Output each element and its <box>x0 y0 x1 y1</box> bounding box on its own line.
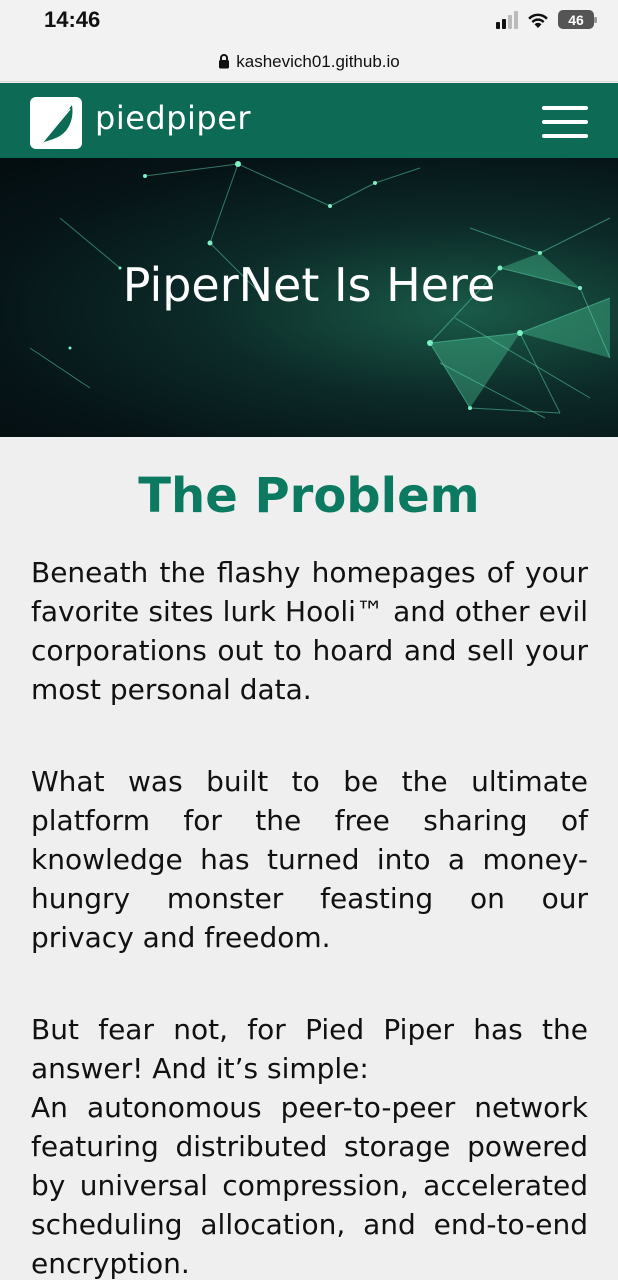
hero-title: PiperNet Is Here <box>122 258 496 312</box>
answer-intro-text: But fear not, for Pied Piper has the ans… <box>31 1013 588 1085</box>
address-bar[interactable]: kashevich01.github.io <box>0 42 618 82</box>
url-text: kashevich01.github.io <box>236 51 400 71</box>
site-navbar: piedpiper <box>0 83 618 158</box>
problem-paragraph-3: But fear not, for Pied Piper has the ans… <box>31 1010 588 1280</box>
lock-icon <box>219 54 230 69</box>
battery-icon: 46 <box>558 10 597 29</box>
status-bar: 14:46 46 <box>0 0 618 42</box>
section-heading: The Problem <box>138 468 480 524</box>
problem-paragraph-1: Beneath the flashy homepages of your fav… <box>31 556 588 706</box>
status-indicators: 46 <box>496 10 597 29</box>
hero-banner: PiperNet Is Here <box>0 158 618 437</box>
wifi-icon <box>528 13 548 28</box>
brand-name[interactable]: piedpiper <box>95 99 251 137</box>
problem-paragraph-2: What was built to be the ultimate platfo… <box>31 765 588 954</box>
status-time: 14:46 <box>44 7 101 32</box>
menu-icon[interactable] <box>542 106 588 138</box>
piedpiper-logo-icon[interactable] <box>30 97 82 149</box>
cellular-signal-icon <box>496 10 518 29</box>
answer-detail-text: An autonomous peer-to-peer network featu… <box>31 1091 588 1280</box>
